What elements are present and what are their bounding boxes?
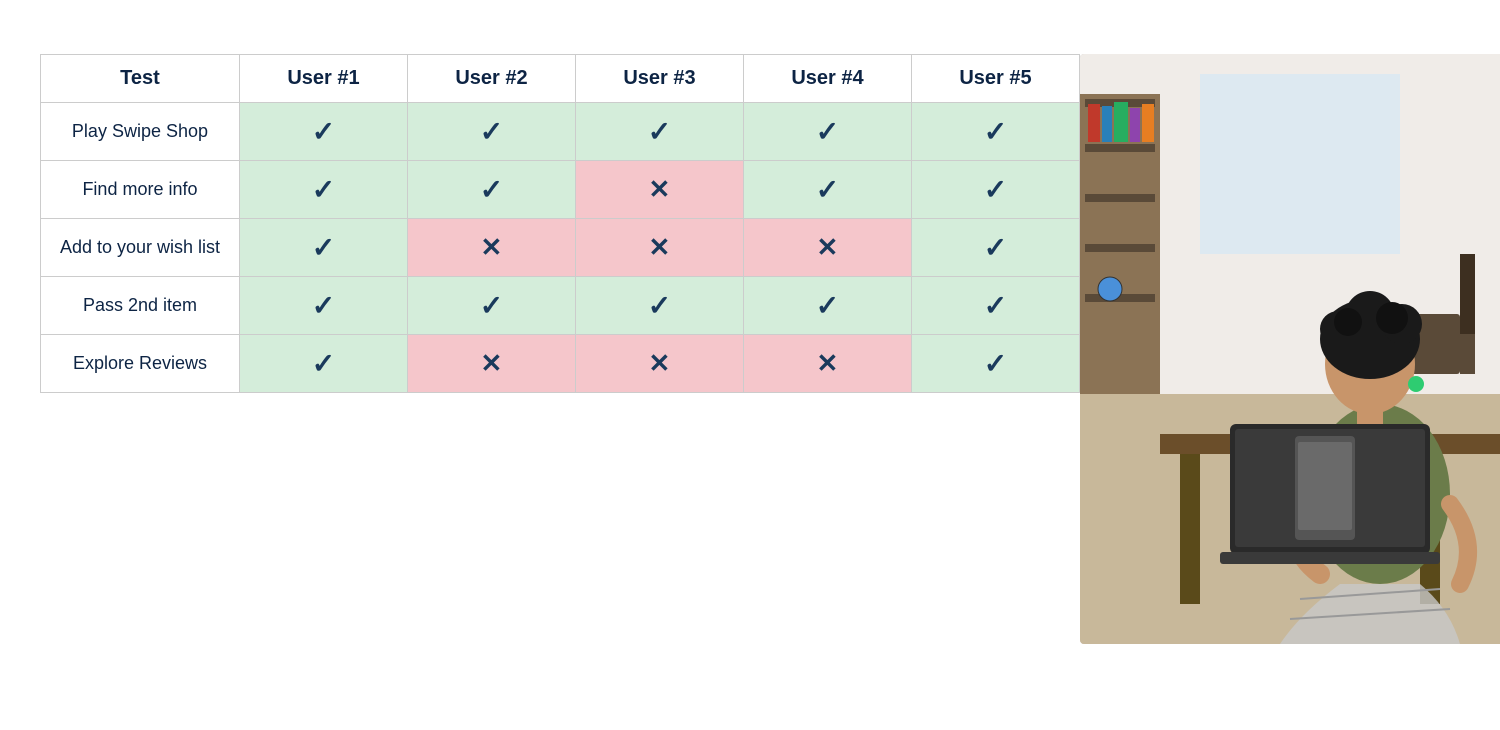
check-icon: ✓ (984, 116, 1007, 147)
content-area: TestUser #1User #2User #3User #4User #5 … (40, 54, 1460, 644)
cross-icon: ✕ (649, 348, 671, 378)
check-icon: ✓ (312, 174, 335, 205)
table-row: Explore Reviews ✓ ✕ ✕ ✕ ✓ (41, 335, 1080, 393)
cell-r4-c3: ✕ (743, 335, 911, 393)
cross-icon: ✕ (481, 232, 503, 262)
cell-r3-c1: ✓ (407, 277, 575, 335)
check-icon: ✓ (648, 290, 671, 321)
test-name-3: Pass 2nd item (41, 277, 240, 335)
cell-r3-c0: ✓ (239, 277, 407, 335)
check-icon: ✓ (816, 290, 839, 321)
check-icon: ✓ (816, 174, 839, 205)
cell-r4-c1: ✕ (407, 335, 575, 393)
cell-r3-c3: ✓ (743, 277, 911, 335)
check-icon: ✓ (312, 232, 335, 263)
col-header-test: Test (41, 55, 240, 103)
col-header-user3: User #3 (575, 55, 743, 103)
cell-r0-c2: ✓ (575, 103, 743, 161)
user-photo (1080, 54, 1500, 644)
check-icon: ✓ (480, 116, 503, 147)
cell-r2-c2: ✕ (575, 219, 743, 277)
cell-r0-c1: ✓ (407, 103, 575, 161)
cell-r2-c0: ✓ (239, 219, 407, 277)
cross-icon: ✕ (649, 232, 671, 262)
col-header-user2: User #2 (407, 55, 575, 103)
check-icon: ✓ (984, 174, 1007, 205)
cell-r1-c2: ✕ (575, 161, 743, 219)
table-row: Add to your wish list ✓ ✕ ✕ ✕ ✓ (41, 219, 1080, 277)
test-name-4: Explore Reviews (41, 335, 240, 393)
cell-r3-c4: ✓ (911, 277, 1079, 335)
cell-r0-c4: ✓ (911, 103, 1079, 161)
check-icon: ✓ (312, 290, 335, 321)
check-icon: ✓ (816, 116, 839, 147)
table-row: Find more info ✓ ✓ ✕ ✓ ✓ (41, 161, 1080, 219)
cross-icon: ✕ (481, 348, 503, 378)
cell-r2-c3: ✕ (743, 219, 911, 277)
table-row: Play Swipe Shop ✓ ✓ ✓ ✓ ✓ (41, 103, 1080, 161)
cell-r1-c1: ✓ (407, 161, 575, 219)
cell-r2-c4: ✓ (911, 219, 1079, 277)
cell-r3-c2: ✓ (575, 277, 743, 335)
cell-r0-c0: ✓ (239, 103, 407, 161)
cross-icon: ✕ (817, 232, 839, 262)
check-icon: ✓ (480, 174, 503, 205)
results-table-wrapper: TestUser #1User #2User #3User #4User #5 … (40, 54, 1080, 393)
check-icon: ✓ (984, 290, 1007, 321)
test-name-2: Add to your wish list (41, 219, 240, 277)
check-icon: ✓ (648, 116, 671, 147)
cell-r1-c4: ✓ (911, 161, 1079, 219)
test-name-1: Find more info (41, 161, 240, 219)
check-icon: ✓ (984, 348, 1007, 379)
results-table: TestUser #1User #2User #3User #4User #5 … (40, 54, 1080, 393)
col-header-user4: User #4 (743, 55, 911, 103)
col-header-user5: User #5 (911, 55, 1079, 103)
check-icon: ✓ (312, 116, 335, 147)
test-name-0: Play Swipe Shop (41, 103, 240, 161)
table-row: Pass 2nd item ✓ ✓ ✓ ✓ ✓ (41, 277, 1080, 335)
check-icon: ✓ (312, 348, 335, 379)
cell-r0-c3: ✓ (743, 103, 911, 161)
check-icon: ✓ (480, 290, 503, 321)
cell-r1-c3: ✓ (743, 161, 911, 219)
cell-r4-c0: ✓ (239, 335, 407, 393)
cell-r2-c1: ✕ (407, 219, 575, 277)
user-photo-wrapper (1080, 54, 1500, 644)
table-header-row: TestUser #1User #2User #3User #4User #5 (41, 55, 1080, 103)
cross-icon: ✕ (649, 174, 671, 204)
col-header-user1: User #1 (239, 55, 407, 103)
cell-r4-c2: ✕ (575, 335, 743, 393)
cell-r4-c4: ✓ (911, 335, 1079, 393)
cell-r1-c0: ✓ (239, 161, 407, 219)
check-icon: ✓ (984, 232, 1007, 263)
cross-icon: ✕ (817, 348, 839, 378)
